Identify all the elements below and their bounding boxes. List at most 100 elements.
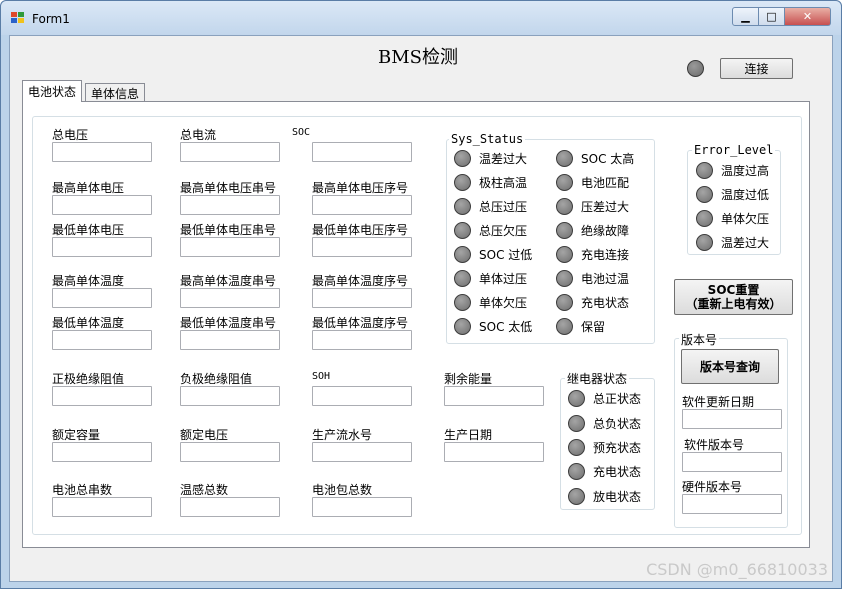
window-controls: ▁ □ ✕ bbox=[732, 7, 831, 27]
sys-status-indicator: 温差过大 bbox=[454, 150, 527, 167]
sys-status-indicator: 单体过压 bbox=[454, 270, 527, 287]
relay-indicator: 总负状态 bbox=[568, 415, 641, 432]
connect-button[interactable]: 连接 bbox=[720, 58, 793, 79]
sys-status-indicator: SOC 太低 bbox=[454, 318, 532, 335]
min-cell-voltage-string-label: 最低单体电压串号 bbox=[180, 223, 277, 237]
connection-status-indicator bbox=[687, 60, 704, 77]
max-cell-temp-string-field[interactable] bbox=[180, 288, 280, 308]
total-voltage-field[interactable] bbox=[52, 142, 152, 162]
pos-insulation-label: 正极绝缘阻值 bbox=[52, 372, 125, 386]
soc-reset-button[interactable]: SOC重置 （重新上电有效） bbox=[674, 279, 793, 315]
status-led-icon bbox=[696, 162, 713, 179]
sys-status-indicator: 单体欠压 bbox=[454, 294, 527, 311]
max-cell-voltage-seq-field[interactable] bbox=[312, 195, 412, 215]
rated-voltage-label: 额定电压 bbox=[180, 428, 229, 442]
error-level-title: Error_Level bbox=[692, 143, 776, 157]
soh-label: SOH bbox=[312, 371, 331, 382]
sys-status-indicator: 总压欠压 bbox=[454, 222, 527, 239]
status-led-icon bbox=[454, 270, 471, 287]
max-cell-voltage-string-field[interactable] bbox=[180, 195, 280, 215]
max-cell-voltage-seq-label: 最高单体电压序号 bbox=[312, 181, 409, 195]
total-current-field[interactable] bbox=[180, 142, 280, 162]
temp-sensor-count-field[interactable] bbox=[180, 497, 280, 517]
soc-label: SOC bbox=[292, 127, 311, 138]
sys-status-indicator: 总压过压 bbox=[454, 198, 527, 215]
sys-status-indicator: 极柱高温 bbox=[454, 174, 527, 191]
maximize-button[interactable]: □ bbox=[759, 7, 785, 26]
soh-field[interactable] bbox=[312, 386, 412, 406]
min-cell-temp-field[interactable] bbox=[52, 330, 152, 350]
relay-indicator: 放电状态 bbox=[568, 488, 641, 505]
software-version-field[interactable] bbox=[682, 452, 782, 472]
min-cell-voltage-string-field[interactable] bbox=[180, 237, 280, 257]
status-led-icon bbox=[556, 174, 573, 191]
sys-status-indicator: 压差过大 bbox=[556, 198, 629, 215]
min-cell-temp-seq-field[interactable] bbox=[312, 330, 412, 350]
production-date-field[interactable] bbox=[444, 442, 544, 462]
sys-status-indicator: 电池过温 bbox=[556, 270, 629, 287]
status-led-icon bbox=[696, 210, 713, 227]
relay-indicator: 充电状态 bbox=[568, 463, 641, 480]
min-cell-voltage-seq-field[interactable] bbox=[312, 237, 412, 257]
sys-status-indicator: 充电状态 bbox=[556, 294, 629, 311]
remaining-energy-field[interactable] bbox=[444, 386, 544, 406]
software-version-label: 软件版本号 bbox=[684, 438, 745, 452]
sys-status-indicator: 电池匹配 bbox=[556, 174, 629, 191]
status-led-icon bbox=[454, 318, 471, 335]
tab-cell-info[interactable]: 单体信息 bbox=[85, 83, 146, 103]
hardware-version-label: 硬件版本号 bbox=[682, 480, 743, 494]
min-cell-voltage-label: 最低单体电压 bbox=[52, 223, 125, 237]
sys-status-indicator: 绝缘故障 bbox=[556, 222, 629, 239]
status-led-icon bbox=[556, 222, 573, 239]
status-led-icon bbox=[568, 488, 585, 505]
min-cell-temp-seq-label: 最低单体温度序号 bbox=[312, 316, 409, 330]
serial-number-field[interactable] bbox=[312, 442, 412, 462]
close-button[interactable]: ✕ bbox=[785, 7, 831, 26]
max-cell-temp-label: 最高单体温度 bbox=[52, 274, 125, 288]
version-query-button[interactable]: 版本号查询 bbox=[681, 349, 779, 384]
status-led-icon bbox=[556, 294, 573, 311]
error-level-indicator: 温差过大 bbox=[696, 234, 769, 251]
rated-capacity-field[interactable] bbox=[52, 442, 152, 462]
sys-status-group bbox=[446, 139, 655, 344]
status-led-icon bbox=[454, 198, 471, 215]
min-cell-temp-label: 最低单体温度 bbox=[52, 316, 125, 330]
hardware-version-field[interactable] bbox=[682, 494, 782, 514]
total-voltage-label: 总电压 bbox=[52, 128, 89, 142]
neg-insulation-field[interactable] bbox=[180, 386, 280, 406]
sys-status-indicator: SOC 太高 bbox=[556, 150, 634, 167]
status-led-icon bbox=[556, 246, 573, 263]
page-title: BMS检测 bbox=[378, 47, 458, 68]
status-led-icon bbox=[454, 174, 471, 191]
status-led-icon bbox=[556, 318, 573, 335]
version-title: 版本号 bbox=[679, 331, 720, 348]
pos-insulation-field[interactable] bbox=[52, 386, 152, 406]
total-series-field[interactable] bbox=[52, 497, 152, 517]
max-cell-temp-seq-label: 最高单体温度序号 bbox=[312, 274, 409, 288]
soc-reset-label: SOC重置 bbox=[707, 283, 760, 297]
status-led-icon bbox=[454, 150, 471, 167]
title-bar[interactable]: Form1 ▁ □ ✕ bbox=[1, 1, 841, 35]
window-title: Form1 bbox=[32, 12, 70, 26]
soc-field[interactable] bbox=[312, 142, 412, 162]
min-cell-temp-string-field[interactable] bbox=[180, 330, 280, 350]
rated-voltage-field[interactable] bbox=[180, 442, 280, 462]
production-date-label: 生产日期 bbox=[444, 428, 493, 442]
minimize-button[interactable]: ▁ bbox=[732, 7, 759, 26]
software-update-date-field[interactable] bbox=[682, 409, 782, 429]
neg-insulation-label: 负极绝缘阻值 bbox=[180, 372, 253, 386]
max-cell-voltage-field[interactable] bbox=[52, 195, 152, 215]
min-cell-voltage-field[interactable] bbox=[52, 237, 152, 257]
max-cell-temp-field[interactable] bbox=[52, 288, 152, 308]
sys-status-indicator: 保留 bbox=[556, 318, 605, 335]
min-cell-voltage-seq-label: 最低单体电压序号 bbox=[312, 223, 409, 237]
tab-battery-status[interactable]: 电池状态 bbox=[22, 80, 83, 102]
pack-count-field[interactable] bbox=[312, 497, 412, 517]
max-cell-temp-seq-field[interactable] bbox=[312, 288, 412, 308]
status-led-icon bbox=[568, 415, 585, 432]
total-series-label: 电池总串数 bbox=[52, 483, 113, 497]
rated-capacity-label: 额定容量 bbox=[52, 428, 101, 442]
relay-indicator: 总正状态 bbox=[568, 390, 641, 407]
app-icon bbox=[11, 12, 25, 24]
pack-count-label: 电池包总数 bbox=[312, 483, 373, 497]
